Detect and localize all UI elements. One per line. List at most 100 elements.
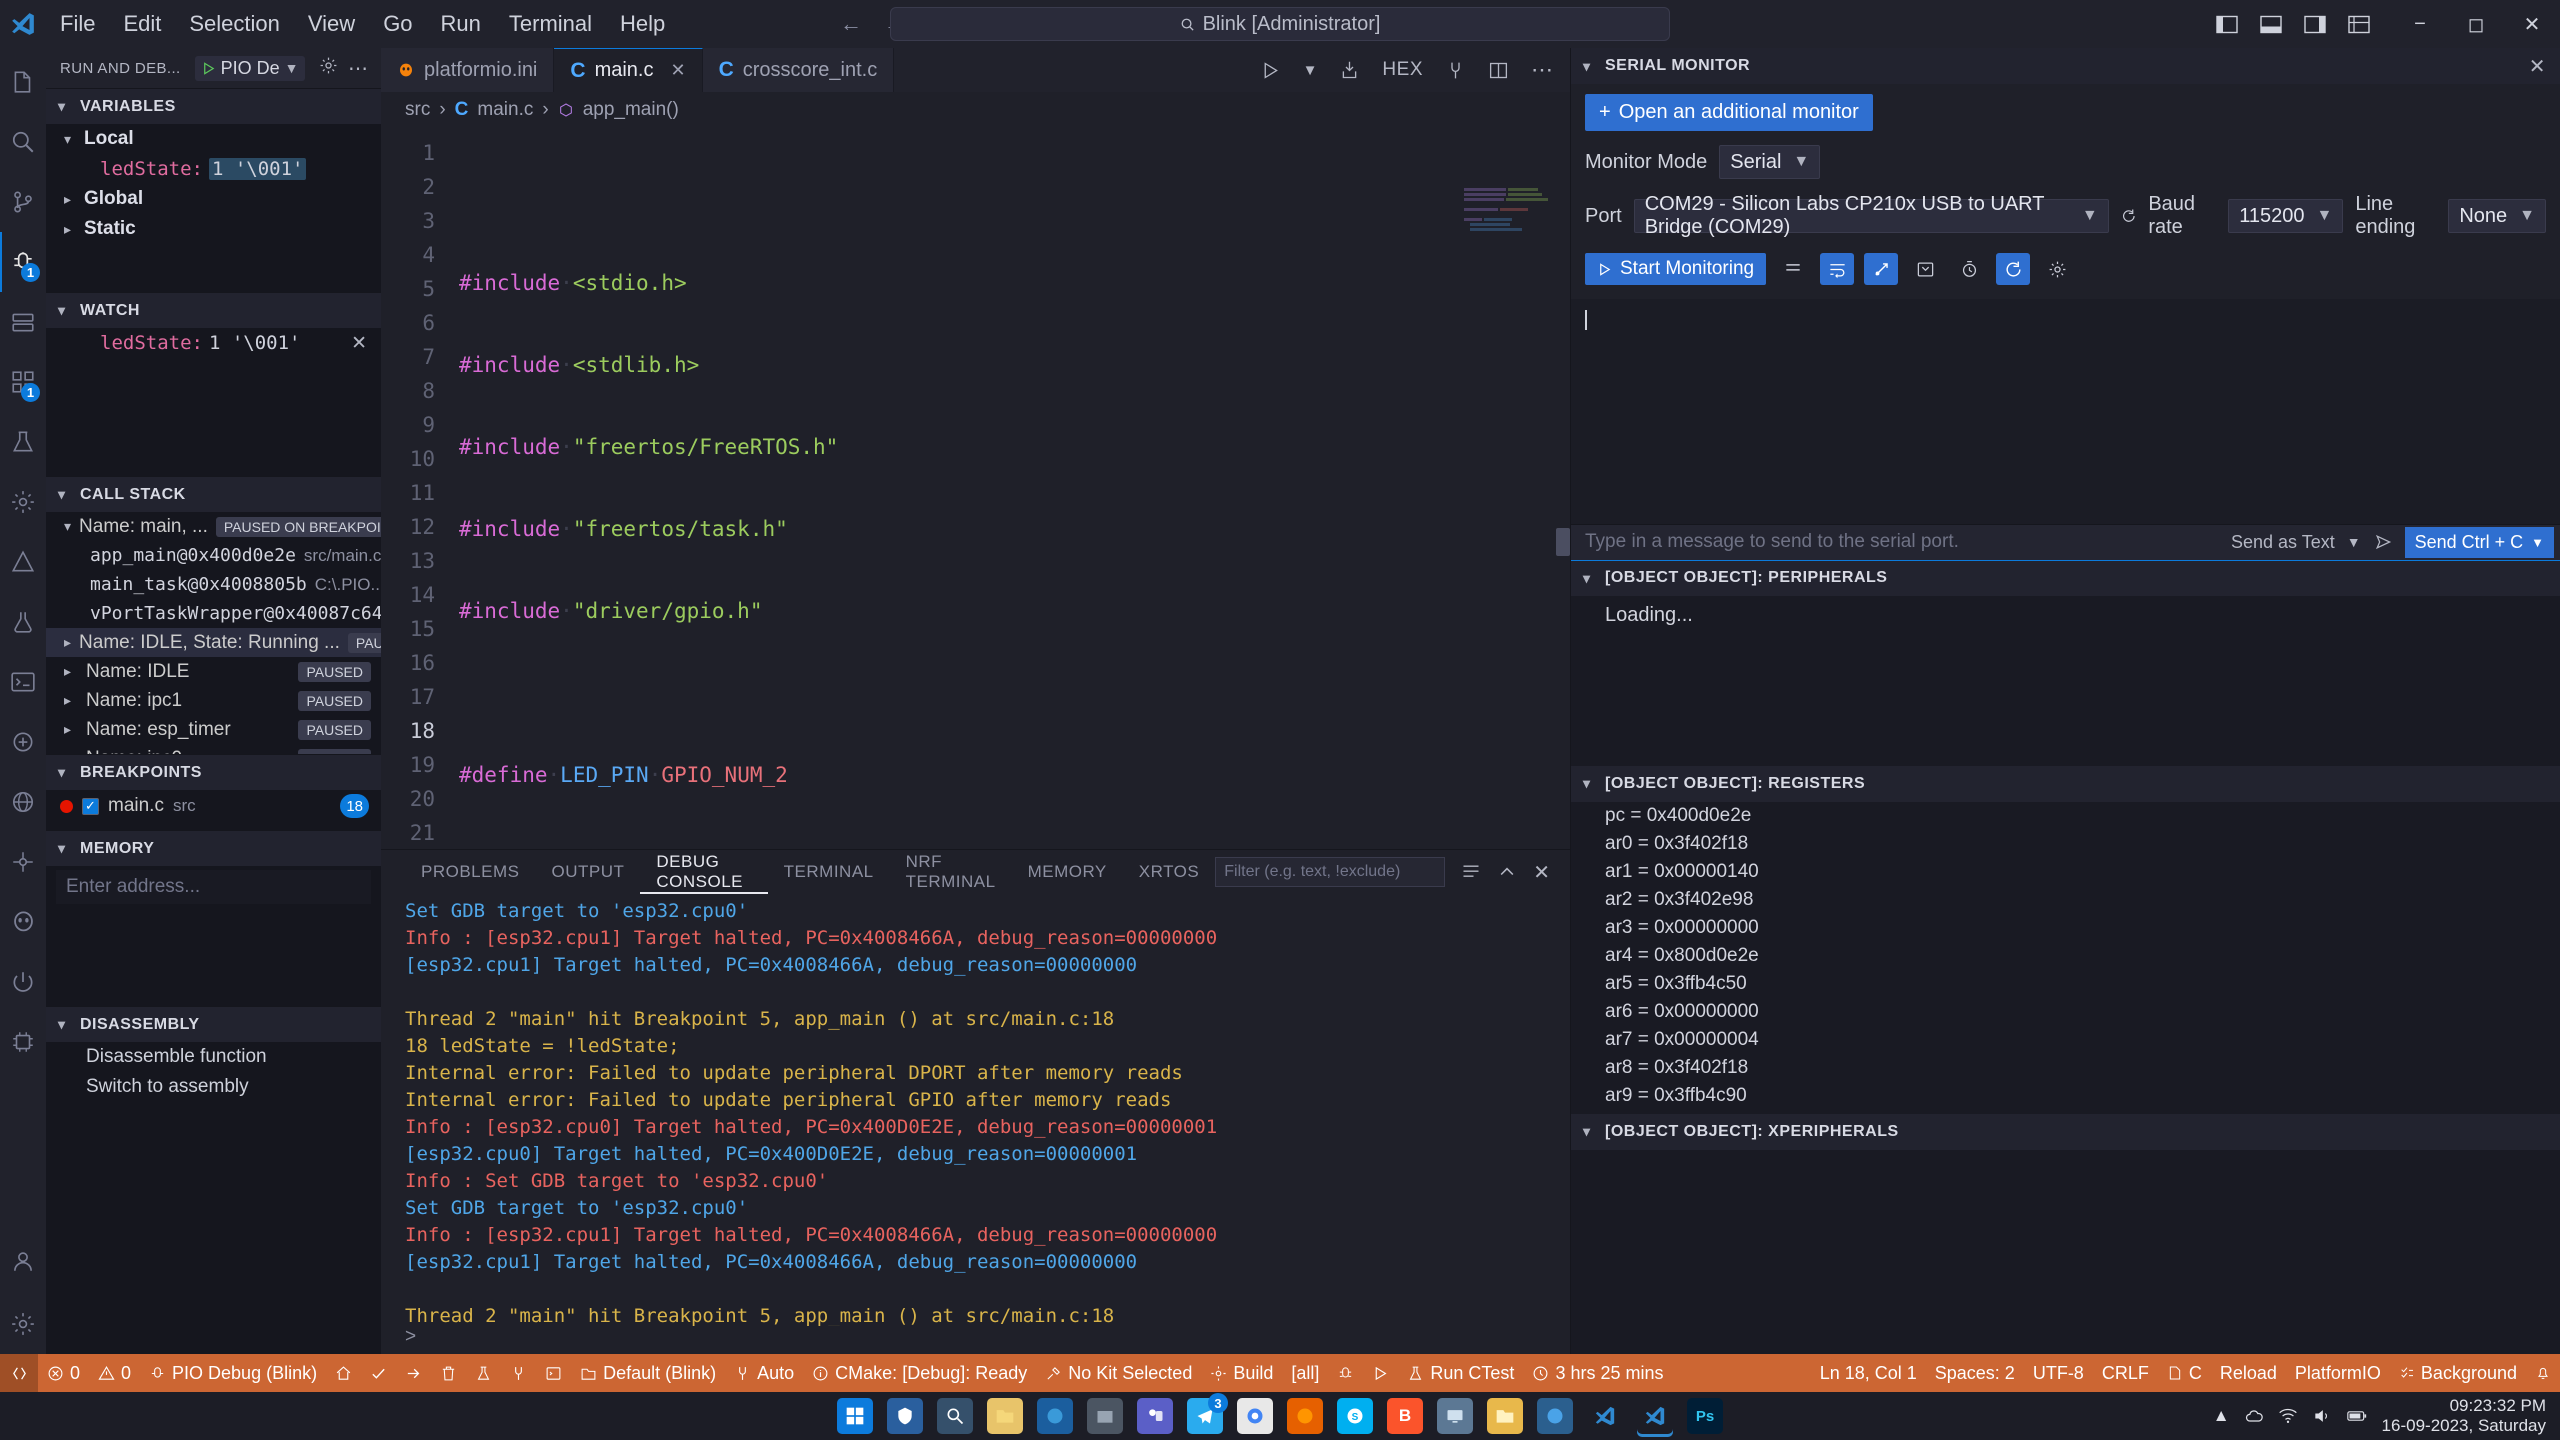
skype-task-icon[interactable]: S bbox=[1337, 1398, 1373, 1434]
menu-selection[interactable]: Selection bbox=[175, 7, 294, 41]
tab-nrf-terminal[interactable]: NRF TERMINAL bbox=[890, 850, 1012, 894]
status-new-terminal[interactable] bbox=[536, 1354, 571, 1392]
status-pio-monitor[interactable] bbox=[501, 1354, 536, 1392]
status-kit-auto[interactable]: Auto bbox=[725, 1354, 803, 1392]
debug-console-output[interactable]: Set GDB target to 'esp32.cpu0' Info : [e… bbox=[381, 894, 1570, 1326]
status-eol[interactable]: CRLF bbox=[2093, 1354, 2158, 1392]
scrollbar-thumb[interactable] bbox=[1556, 528, 1570, 556]
remote-indicator[interactable] bbox=[0, 1354, 38, 1392]
status-pio-build[interactable] bbox=[361, 1354, 396, 1392]
register-row[interactable]: ar6 = 0x00000000 bbox=[1571, 998, 2560, 1026]
telegram-task-icon[interactable]: 3 bbox=[1187, 1393, 1228, 1434]
activity-run-and-debug[interactable]: 1 bbox=[0, 232, 46, 292]
register-row[interactable]: pc = 0x400d0e2e bbox=[1571, 802, 2560, 830]
activity-extensions[interactable]: 1 bbox=[0, 352, 46, 412]
minimize-button[interactable]: − bbox=[2392, 0, 2448, 48]
tab-platformio-ini[interactable]: platformio.ini bbox=[381, 48, 555, 92]
peripherals-header[interactable]: ▾ [OBJECT OBJECT]: PERIPHERALS bbox=[1571, 559, 2560, 596]
status-time-tracker[interactable]: 3 hrs 25 mins bbox=[1523, 1354, 1672, 1392]
status-cmake-debug[interactable] bbox=[1328, 1354, 1363, 1392]
menu-view[interactable]: View bbox=[294, 7, 369, 41]
brave-task-icon[interactable]: B bbox=[1387, 1398, 1423, 1434]
watch-expression-row[interactable]: ledState: 1 '\001' ✕ bbox=[46, 328, 381, 358]
status-cmake-launch[interactable] bbox=[1363, 1354, 1398, 1392]
tab-memory[interactable]: MEMORY bbox=[1012, 850, 1123, 894]
reconnect-icon[interactable] bbox=[1996, 253, 2031, 285]
memory-header[interactable]: ▾ MEMORY bbox=[46, 830, 381, 866]
activity-cmake[interactable] bbox=[0, 532, 46, 592]
activity-manage[interactable] bbox=[0, 1294, 46, 1354]
status-run-ctest[interactable]: Run CTest bbox=[1398, 1354, 1523, 1392]
line-ending-select[interactable]: None ▼ bbox=[2448, 199, 2546, 233]
variable-ledstate[interactable]: ledState: 1 '\001' bbox=[46, 154, 381, 184]
chrome2-task-icon[interactable] bbox=[1537, 1398, 1573, 1434]
menu-terminal[interactable]: Terminal bbox=[495, 7, 606, 41]
status-pio-upload[interactable] bbox=[396, 1354, 431, 1392]
activity-search[interactable] bbox=[0, 112, 46, 172]
plug-icon[interactable] bbox=[1445, 60, 1466, 81]
chrome-task-icon[interactable] bbox=[1237, 1398, 1273, 1434]
activity-remote[interactable] bbox=[0, 292, 46, 352]
open-additional-monitor-button[interactable]: + Open an additional monitor bbox=[1585, 94, 1873, 131]
file-explorer-task-icon[interactable] bbox=[987, 1398, 1023, 1434]
maximize-button[interactable]: ◻ bbox=[2448, 0, 2504, 48]
chevron-down-icon[interactable]: ▼ bbox=[1303, 62, 1318, 79]
status-project-env[interactable]: Default (Blink) bbox=[571, 1354, 725, 1392]
vscode-active-task-icon[interactable] bbox=[1637, 1398, 1673, 1434]
minimap[interactable] bbox=[1460, 134, 1556, 350]
start-monitoring-button[interactable]: Start Monitoring bbox=[1585, 253, 1767, 285]
folder-task-icon[interactable] bbox=[1487, 1398, 1523, 1434]
status-platformio[interactable]: PlatformIO bbox=[2286, 1354, 2390, 1392]
status-pio-home[interactable] bbox=[326, 1354, 361, 1392]
command-center[interactable]: Blink [Administrator] bbox=[890, 7, 1670, 41]
close-panel-icon[interactable]: ✕ bbox=[1533, 860, 1550, 885]
upload-flash-icon[interactable] bbox=[1339, 60, 1360, 81]
store-task-icon[interactable] bbox=[1087, 1398, 1123, 1434]
network-icon[interactable] bbox=[2278, 1406, 2298, 1426]
callstack-frame[interactable]: vPortTaskWrapper@0x40087c64 bbox=[46, 599, 381, 628]
disassembly-header[interactable]: ▾ DISASSEMBLY bbox=[46, 1006, 381, 1042]
word-wrap-icon[interactable] bbox=[1820, 253, 1855, 285]
callstack-thread-main[interactable]: ▾ Name: main, ... PAUSED ON BREAKPOINT bbox=[46, 512, 381, 541]
status-background-tasks[interactable]: Background bbox=[2390, 1354, 2526, 1392]
timestamp-icon[interactable] bbox=[1952, 253, 1986, 285]
menu-run[interactable]: Run bbox=[427, 7, 495, 41]
status-cmake[interactable]: CMake: [Debug]: Ready bbox=[803, 1354, 1036, 1392]
callstack-frame[interactable]: main_task@0x4008805b C:\.PIO... bbox=[46, 570, 381, 599]
callstack-header[interactable]: ▾ CALL STACK bbox=[46, 476, 381, 512]
activity-globe[interactable] bbox=[0, 772, 46, 832]
registers-header[interactable]: ▾ [OBJECT OBJECT]: REGISTERS bbox=[1571, 765, 2560, 802]
breakpoint-checkbox[interactable]: ✓ bbox=[82, 797, 99, 815]
chevron-down-icon[interactable]: ▼ bbox=[2347, 534, 2361, 550]
split-editor-icon[interactable] bbox=[1488, 60, 1509, 81]
variables-group-global[interactable]: ▸ Global bbox=[46, 184, 381, 214]
xperipherals-header[interactable]: ▾ [OBJECT OBJECT]: XPERIPHERALS bbox=[1571, 1113, 2560, 1150]
register-row[interactable]: ar5 = 0x3ffb4c50 bbox=[1571, 970, 2560, 998]
status-pio-clean[interactable] bbox=[431, 1354, 466, 1392]
breadcrumb-symbol[interactable]: app_main() bbox=[583, 99, 679, 121]
status-indentation[interactable]: Spaces: 2 bbox=[1926, 1354, 2024, 1392]
menu-help[interactable]: Help bbox=[606, 7, 679, 41]
start-button[interactable] bbox=[837, 1398, 873, 1434]
clear-console-icon[interactable] bbox=[1461, 862, 1481, 882]
menu-file[interactable]: File bbox=[46, 7, 109, 41]
activity-chip[interactable] bbox=[0, 1012, 46, 1072]
activity-terminal[interactable] bbox=[0, 652, 46, 712]
editor-scrollbar[interactable] bbox=[1556, 128, 1570, 849]
clear-output-icon[interactable] bbox=[1776, 253, 1810, 285]
callstack-thread-idle-running[interactable]: ▸ Name: IDLE, State: Running ... PAUSED bbox=[46, 628, 381, 657]
tab-xrtos[interactable]: XRTOS bbox=[1123, 850, 1215, 894]
tab-main-c[interactable]: C main.c ✕ bbox=[554, 48, 703, 92]
register-row[interactable]: ar3 = 0x00000000 bbox=[1571, 914, 2560, 942]
toggle-panel-icon[interactable] bbox=[2260, 15, 2282, 34]
photoshop-task-icon[interactable]: Ps bbox=[1687, 1398, 1723, 1434]
gear-icon[interactable] bbox=[2040, 253, 2074, 285]
callstack-frame[interactable]: app_main@0x400d0e2e src/main.c bbox=[46, 541, 381, 570]
customize-layout-icon[interactable] bbox=[2348, 15, 2370, 34]
breakpoint-row[interactable]: ✓ main.c src 18 bbox=[46, 790, 381, 822]
volume-icon[interactable] bbox=[2312, 1406, 2332, 1426]
activity-debug-alt[interactable] bbox=[0, 712, 46, 772]
register-row[interactable]: ar2 = 0x3f402e98 bbox=[1571, 886, 2560, 914]
menu-edit[interactable]: Edit bbox=[109, 7, 175, 41]
register-row[interactable]: ar0 = 0x3f402f18 bbox=[1571, 830, 2560, 858]
